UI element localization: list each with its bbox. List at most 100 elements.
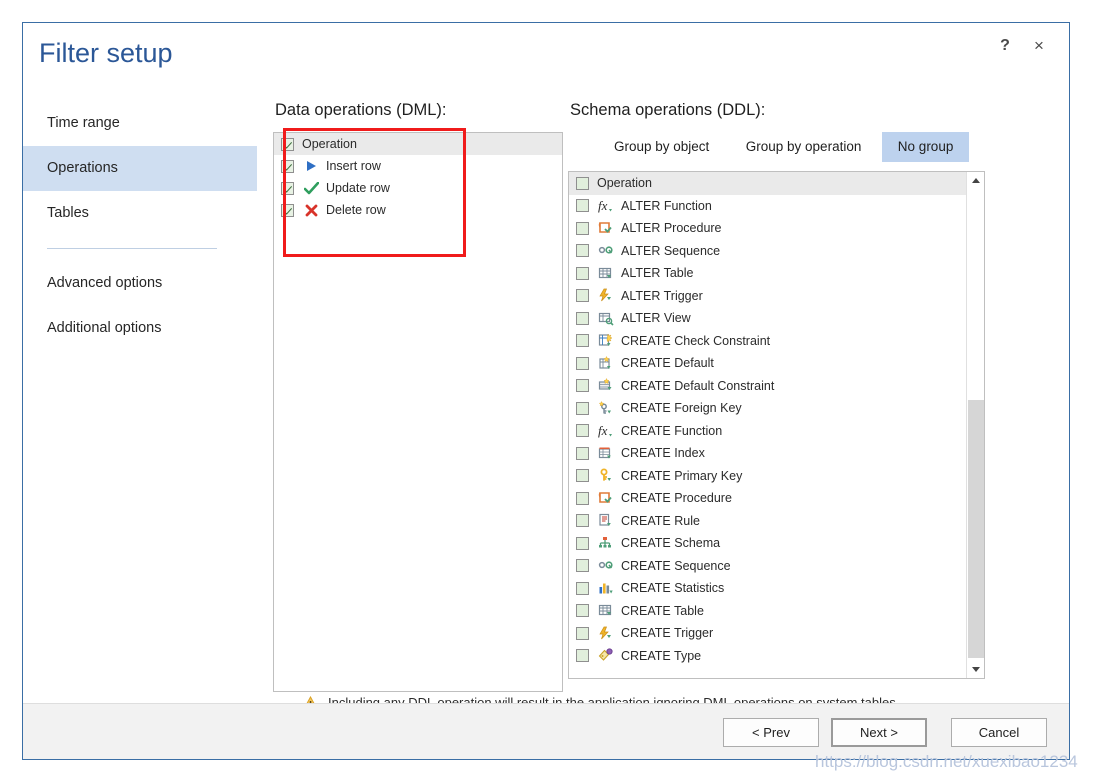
checkbox[interactable] [576, 356, 589, 370]
help-icon[interactable]: ? [992, 33, 1018, 59]
dml-row-insert[interactable]: Insert row [274, 155, 562, 177]
ddl-header-row[interactable]: Operation [569, 172, 966, 195]
ddl-row-label: CREATE Check Constraint [621, 333, 771, 348]
dml-row-update[interactable]: Update row [274, 177, 562, 199]
checkbox[interactable] [576, 221, 589, 235]
checkbox[interactable] [576, 536, 589, 550]
checkbox[interactable] [281, 203, 294, 217]
ddl-row[interactable]: fx CREATE Function [569, 420, 966, 443]
ddl-row-label: CREATE Rule [621, 513, 700, 528]
checkbox[interactable] [576, 491, 589, 505]
checkbox[interactable] [576, 401, 589, 415]
tab-group-by-operation[interactable]: Group by operation [730, 132, 878, 162]
sidebar-item-time-range[interactable]: Time range [23, 101, 257, 146]
ddl-row[interactable]: CREATE Primary Key [569, 465, 966, 488]
checkbox[interactable] [576, 266, 589, 280]
checkbox[interactable] [576, 379, 589, 393]
checkbox[interactable] [576, 514, 589, 528]
sidebar-item-tables[interactable]: Tables [23, 191, 257, 236]
next-button[interactable]: Next > [831, 718, 927, 747]
rule-icon [597, 513, 615, 529]
sidebar-item-advanced-options[interactable]: Advanced options [23, 261, 257, 306]
ddl-row[interactable]: ALTER View [569, 307, 966, 330]
ddl-row-label: CREATE Index [621, 446, 705, 461]
ddl-row[interactable]: CREATE Procedure [569, 487, 966, 510]
checkbox[interactable] [576, 604, 589, 618]
ddl-row-label: CREATE Default [621, 356, 714, 371]
statistics-icon [597, 580, 615, 596]
checkbox[interactable] [576, 446, 589, 460]
ddl-row[interactable]: ALTER Trigger [569, 285, 966, 308]
checkbox[interactable] [576, 626, 589, 640]
ddl-row[interactable]: fx ALTER Function [569, 195, 966, 218]
scrollbar-thumb[interactable] [968, 400, 984, 658]
ddl-row[interactable]: CREATE Default [569, 352, 966, 375]
ddl-row[interactable]: CREATE Type [569, 645, 966, 668]
checkbox[interactable] [576, 581, 589, 595]
data-operations-panel: Data operations (DML): Operation Insert … [273, 101, 563, 692]
table-icon [597, 603, 615, 619]
checkbox[interactable] [576, 289, 589, 303]
checkbox[interactable] [281, 159, 294, 173]
index-icon [597, 445, 615, 461]
checkbox[interactable] [576, 176, 589, 190]
ddl-list[interactable]: Operation fx ALTER Function ALTER Procedur… [568, 171, 985, 679]
ddl-row[interactable]: CREATE Index [569, 442, 966, 465]
default-icon [597, 355, 615, 371]
ddl-row-label: CREATE Primary Key [621, 468, 743, 483]
scroll-down-icon[interactable] [967, 661, 984, 678]
checkbox[interactable] [576, 649, 589, 663]
checkbox[interactable] [576, 311, 589, 325]
dml-header-label: Operation [302, 137, 357, 151]
ddl-row[interactable]: CREATE Sequence [569, 555, 966, 578]
tab-group-by-object[interactable]: Group by object [598, 132, 725, 162]
ddl-row[interactable]: CREATE Statistics [569, 577, 966, 600]
checkbox[interactable] [281, 181, 294, 195]
cancel-button[interactable]: Cancel [951, 718, 1047, 747]
checkbox[interactable] [281, 137, 294, 151]
ddl-row[interactable]: CREATE Check Constraint [569, 330, 966, 353]
trigger-icon [597, 625, 615, 641]
ddl-row-label: CREATE Table [621, 603, 704, 618]
procedure-icon [597, 220, 615, 236]
ddl-row[interactable]: ALTER Sequence [569, 240, 966, 263]
ddl-row-label: CREATE Schema [621, 536, 721, 551]
type-icon [597, 648, 615, 664]
scroll-up-icon[interactable] [967, 172, 984, 189]
primary-key-icon [597, 468, 615, 484]
prev-button[interactable]: < Prev [723, 718, 819, 747]
dml-row-delete[interactable]: Delete row [274, 199, 562, 221]
ddl-row-label: ALTER Sequence [621, 243, 721, 258]
sidebar: Time range Operations Tables Advanced op… [23, 101, 257, 351]
ddl-row[interactable]: ALTER Procedure [569, 217, 966, 240]
sequence-icon [597, 558, 615, 574]
ddl-header-label: Operation [597, 176, 652, 191]
ddl-row[interactable]: CREATE Rule [569, 510, 966, 533]
ddl-row-label: ALTER Table [621, 266, 694, 281]
ddl-row[interactable]: CREATE Foreign Key [569, 397, 966, 420]
ddl-row[interactable]: CREATE Default Constraint [569, 375, 966, 398]
ddl-scrollbar[interactable] [966, 172, 984, 678]
ddl-row[interactable]: CREATE Schema [569, 532, 966, 555]
checkbox[interactable] [576, 559, 589, 573]
ddl-row[interactable]: CREATE Table [569, 600, 966, 623]
checkbox[interactable] [576, 424, 589, 438]
sidebar-divider [47, 248, 217, 249]
checkbox[interactable] [576, 244, 589, 258]
dml-header-row[interactable]: Operation [274, 133, 562, 155]
ddl-row-container: fx ALTER Function ALTER Procedure ALTER Seq… [569, 195, 966, 668]
checkbox[interactable] [576, 334, 589, 348]
screen: Filter setup ? × Time range Operations T… [0, 0, 1093, 775]
sidebar-item-operations[interactable]: Operations [23, 146, 257, 191]
tab-no-group[interactable]: No group [881, 132, 970, 162]
ddl-row-label: CREATE Procedure [621, 491, 732, 506]
sidebar-item-additional-options[interactable]: Additional options [23, 306, 257, 351]
checkbox[interactable] [576, 199, 589, 213]
checkbox[interactable] [576, 469, 589, 483]
ddl-row[interactable]: CREATE Trigger [569, 622, 966, 645]
close-icon[interactable]: × [1026, 33, 1052, 59]
ddl-row-label: ALTER Trigger [621, 288, 703, 303]
delete-row-icon [302, 202, 320, 218]
ddl-row[interactable]: ALTER Table [569, 262, 966, 285]
dml-list[interactable]: Operation Insert row Update row Delete r… [273, 132, 563, 692]
